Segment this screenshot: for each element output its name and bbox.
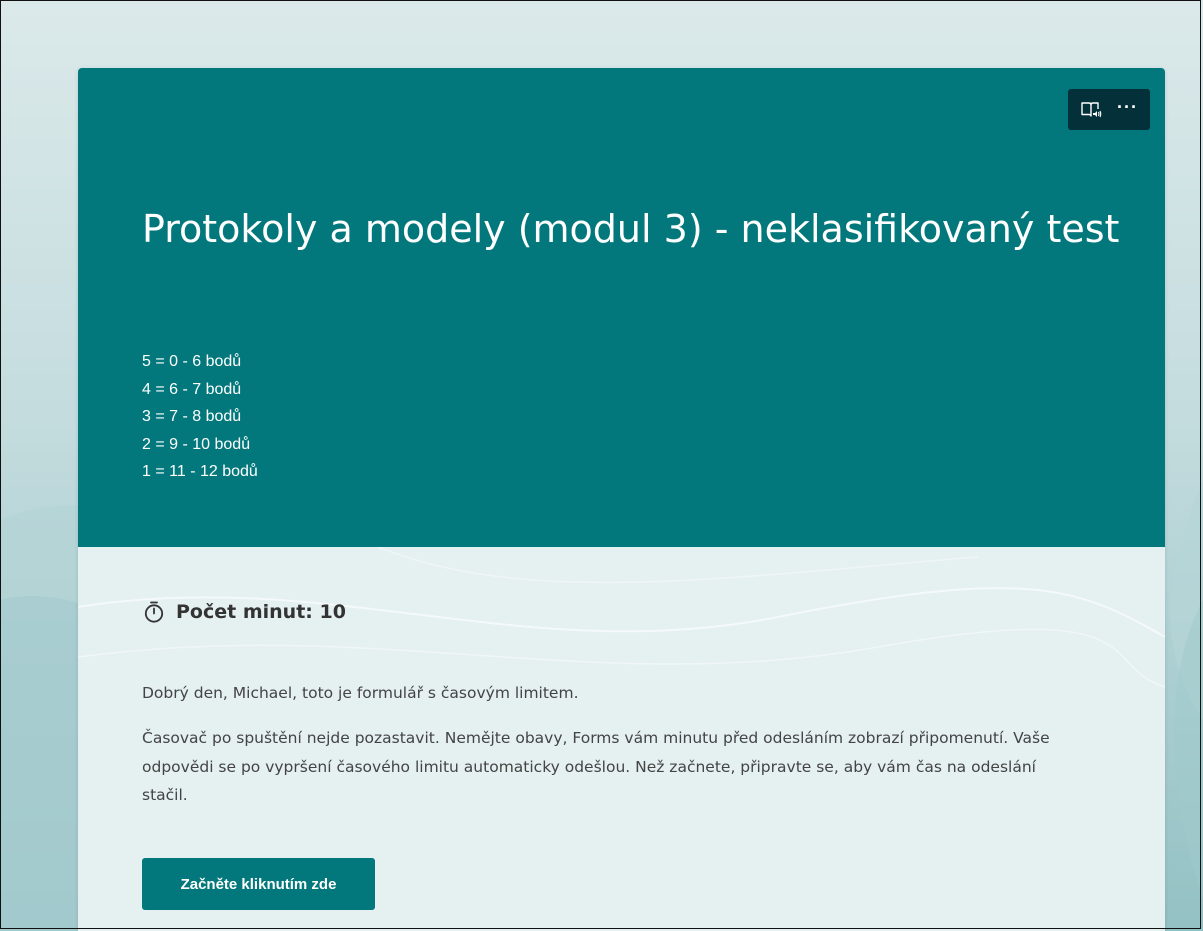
form-header: ··· Protokoly a modely (modul 3) - nekla… [78, 68, 1165, 547]
timer-info-text: Časovač po spuštění nejde pozastavit. Ne… [142, 729, 1050, 804]
greeting-text: Dobrý den, Michael, toto je formulář s č… [142, 684, 579, 702]
grade-line: 5 = 0 - 6 bodů [142, 353, 242, 370]
form-card: ··· Protokoly a modely (modul 3) - nekla… [78, 68, 1165, 931]
form-title: Protokoly a modely (modul 3) - neklasifi… [142, 207, 1120, 251]
stopwatch-icon [144, 601, 164, 623]
grade-line: 1 = 11 - 12 bodů [142, 463, 258, 480]
grade-scale-list: 5 = 0 - 6 bodů 4 = 6 - 7 bodů 3 = 7 - 8 … [142, 348, 258, 486]
form-intro: Počet minut: 10 Dobrý den, Michael, toto… [78, 547, 1165, 931]
start-button[interactable]: Začněte kliknutím zde [142, 858, 375, 910]
grade-line: 3 = 7 - 8 bodů [142, 408, 242, 425]
grade-line: 2 = 9 - 10 bodů [142, 435, 251, 453]
more-options-icon[interactable]: ··· [1112, 94, 1144, 126]
timer-label: Počet minut: 10 [176, 601, 346, 623]
header-toolbar: ··· [1068, 89, 1150, 130]
grade-line: 4 = 6 - 7 bodů [142, 380, 242, 398]
immersive-reader-icon[interactable] [1075, 94, 1107, 126]
timer-row: Počet minut: 10 [142, 600, 346, 624]
